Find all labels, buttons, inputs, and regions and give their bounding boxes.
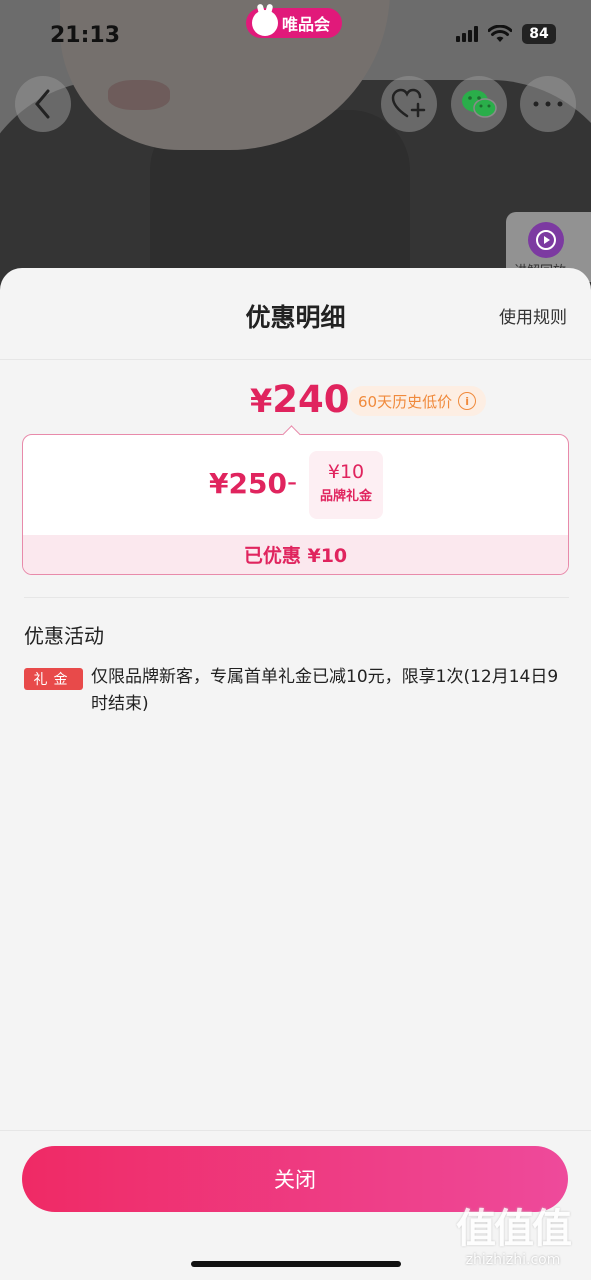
total-saved: 已优惠 ¥10 xyxy=(23,535,568,574)
watermark-logo: 值值值 xyxy=(456,1206,572,1252)
status-time: 21:13 xyxy=(50,23,121,48)
discount-detail-sheet: 优惠明细 使用规则 ¥240 60天历史低价 i ¥250 - ¥10 品牌礼金… xyxy=(0,268,591,1280)
header-divider xyxy=(0,359,591,360)
brand-pill: 唯品会 xyxy=(246,8,343,38)
wechat-icon xyxy=(462,90,497,118)
price-calculation-box: ¥250 - ¥10 品牌礼金 已优惠 ¥10 xyxy=(22,434,569,575)
history-low-label: 60天历史低价 xyxy=(358,392,453,411)
gift-money-tag: 礼金 xyxy=(24,668,83,690)
price-formula: ¥250 - ¥10 品牌礼金 xyxy=(23,451,568,521)
home-indicator[interactable] xyxy=(191,1261,401,1267)
coupon-name: 品牌礼金 xyxy=(319,489,372,504)
status-icons: 84 xyxy=(456,24,556,44)
final-price: ¥240 xyxy=(250,378,350,421)
final-price-value: 240 xyxy=(272,378,350,421)
promotions-section-title: 优惠活动 xyxy=(24,624,104,648)
coupon-amount: ¥10 xyxy=(327,461,365,483)
brand-name: 唯品会 xyxy=(282,15,331,34)
section-divider xyxy=(24,597,569,598)
more-dots-icon xyxy=(533,101,563,107)
rabbit-logo-icon xyxy=(252,10,278,36)
watermark: 值值值 zhizhizhi.com xyxy=(440,1196,586,1268)
footer-divider xyxy=(0,1130,591,1131)
back-button[interactable] xyxy=(15,76,71,132)
battery-icon: 84 xyxy=(522,24,556,44)
signal-icon xyxy=(456,26,478,42)
info-icon: i xyxy=(458,392,477,410)
watermark-url: zhizhizhi.com xyxy=(465,1252,561,1268)
chevron-left-icon xyxy=(35,89,50,119)
currency-symbol: ¥ xyxy=(250,382,273,420)
heart-plus-icon xyxy=(391,88,426,118)
play-circle-icon xyxy=(528,222,564,258)
favorite-button[interactable] xyxy=(381,76,437,132)
original-price: ¥250 xyxy=(209,467,287,500)
minus-sign: - xyxy=(287,465,298,498)
more-button[interactable] xyxy=(520,76,576,132)
share-wechat-button[interactable] xyxy=(451,76,507,132)
coupon-chip: ¥10 品牌礼金 xyxy=(309,451,383,519)
promo-description: 仅限品牌新客，专属首单礼金已减10元，限享1次(12月14日9时结束) xyxy=(91,667,559,714)
usage-rules-link[interactable]: 使用规则 xyxy=(499,303,567,328)
wifi-icon xyxy=(488,25,512,42)
history-low-badge[interactable]: 60天历史低价 i xyxy=(348,386,487,416)
